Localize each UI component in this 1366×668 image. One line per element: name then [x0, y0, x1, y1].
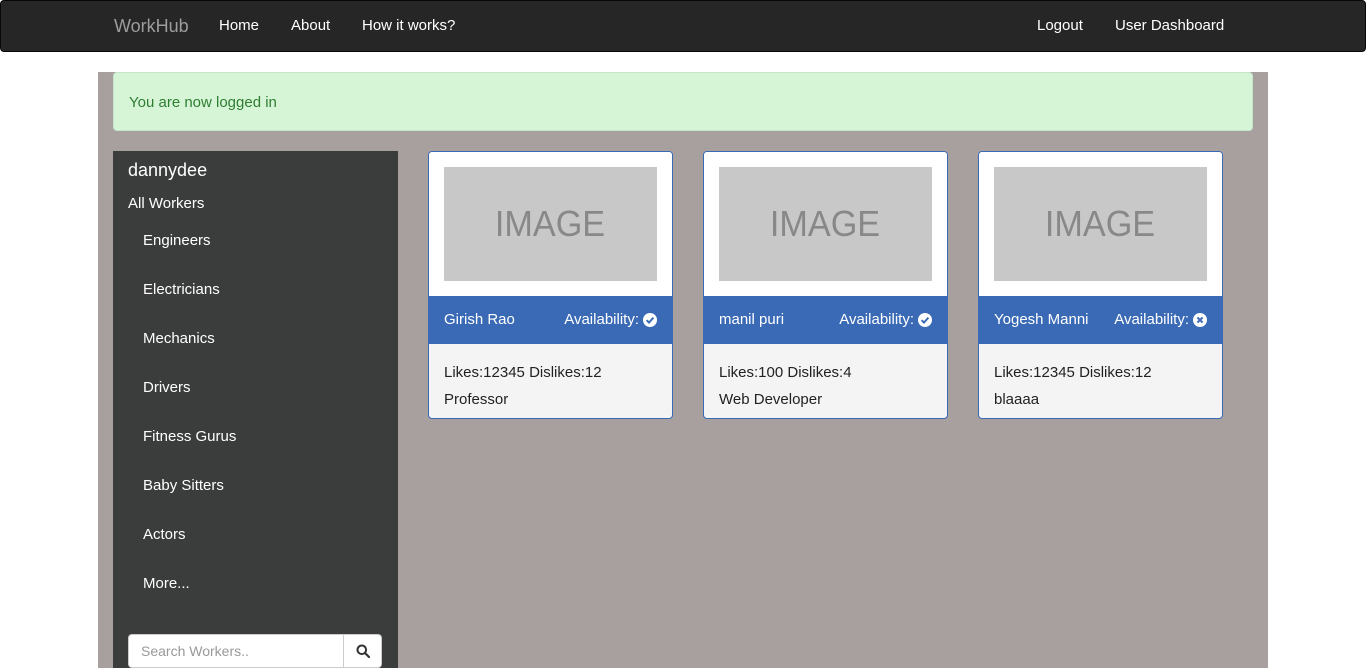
availability-label: Availability:: [839, 311, 914, 328]
worker-stats: Likes:12345 Dislikes:12: [994, 364, 1152, 381]
worker-search-group: [128, 634, 382, 668]
image-placeholder-label: IMAGE: [770, 203, 881, 244]
sidebar-item-electricians[interactable]: Electricians: [143, 281, 236, 330]
sidebar-item-more[interactable]: More...: [143, 575, 236, 624]
search-button[interactable]: [343, 634, 382, 668]
worker-card[interactable]: IMAGE manil puri Availability: Likes:100…: [703, 151, 948, 419]
worker-availability: Availability:: [1114, 311, 1207, 328]
sidebar-all-workers-link[interactable]: All Workers: [128, 195, 204, 212]
sidebar-item-actors[interactable]: Actors: [143, 526, 236, 575]
nav-home-link[interactable]: Home: [219, 17, 259, 34]
main-container: You are now logged in dannydee All Worke…: [98, 72, 1268, 668]
worker-availability: Availability:: [564, 311, 657, 328]
worker-name: Yogesh Manni: [994, 311, 1089, 328]
search-workers-input[interactable]: [128, 634, 343, 668]
top-navbar: WorkHub Home About How it works? Logout …: [0, 0, 1366, 52]
worker-image-placeholder: IMAGE: [719, 167, 932, 281]
availability-label: Availability:: [1114, 311, 1189, 328]
nav-logout-link[interactable]: Logout: [1037, 17, 1083, 34]
worker-card-body: Likes:100 Dislikes:4 Web Developer: [719, 359, 852, 413]
alert-message: You are now logged in: [129, 94, 277, 111]
worker-name: Girish Rao: [444, 311, 515, 328]
sidebar-item-fitness-gurus[interactable]: Fitness Gurus: [143, 428, 236, 477]
nav-about-link[interactable]: About: [291, 17, 330, 34]
worker-card[interactable]: IMAGE Yogesh Manni Availability: Likes:1…: [978, 151, 1223, 419]
worker-image-placeholder: IMAGE: [994, 167, 1207, 281]
worker-stats: Likes:100 Dislikes:4: [719, 364, 852, 381]
worker-profession: Web Developer: [719, 391, 823, 408]
login-success-alert: You are now logged in: [113, 72, 1253, 131]
sidebar-item-mechanics[interactable]: Mechanics: [143, 330, 236, 379]
worker-image-placeholder: IMAGE: [444, 167, 657, 281]
worker-card-header: manil puri Availability:: [704, 296, 947, 344]
worker-stats: Likes:12345 Dislikes:12: [444, 364, 602, 381]
brand-logo-link[interactable]: WorkHub: [114, 16, 189, 37]
worker-card[interactable]: IMAGE Girish Rao Availability: Likes:123…: [428, 151, 673, 419]
image-placeholder-label: IMAGE: [495, 203, 606, 244]
worker-name: manil puri: [719, 311, 785, 328]
sidebar-item-baby-sitters[interactable]: Baby Sitters: [143, 477, 236, 526]
check-circle-icon: [643, 312, 657, 327]
worker-card-header: Yogesh Manni Availability:: [979, 296, 1222, 344]
worker-image-frame: IMAGE: [979, 152, 1222, 296]
category-list: Engineers Electricians Mechanics Drivers…: [143, 232, 236, 624]
worker-profession: Professor: [444, 391, 509, 408]
worker-availability: Availability:: [839, 311, 932, 328]
image-placeholder-label: IMAGE: [1045, 203, 1156, 244]
nav-user-dashboard-link[interactable]: User Dashboard: [1115, 17, 1224, 34]
worker-profession: blaaaa: [994, 391, 1040, 408]
worker-card-header: Girish Rao Availability:: [429, 296, 672, 344]
nav-how-it-works-link[interactable]: How it works?: [362, 17, 455, 34]
search-icon: [356, 644, 370, 658]
worker-image-frame: IMAGE: [429, 152, 672, 296]
availability-label: Availability:: [564, 311, 639, 328]
sidebar-username: dannydee: [128, 160, 208, 180]
check-circle-icon: [918, 312, 932, 327]
worker-image-frame: IMAGE: [704, 152, 947, 296]
sidebar-item-engineers[interactable]: Engineers: [143, 232, 236, 281]
worker-card-body: Likes:12345 Dislikes:12 Professor: [444, 359, 602, 413]
sidebar-item-drivers[interactable]: Drivers: [143, 379, 236, 428]
x-circle-icon: [1193, 312, 1207, 327]
worker-card-body: Likes:12345 Dislikes:12 blaaaa: [994, 359, 1152, 413]
sidebar: dannydee All Workers Engineers Electrici…: [113, 151, 398, 668]
